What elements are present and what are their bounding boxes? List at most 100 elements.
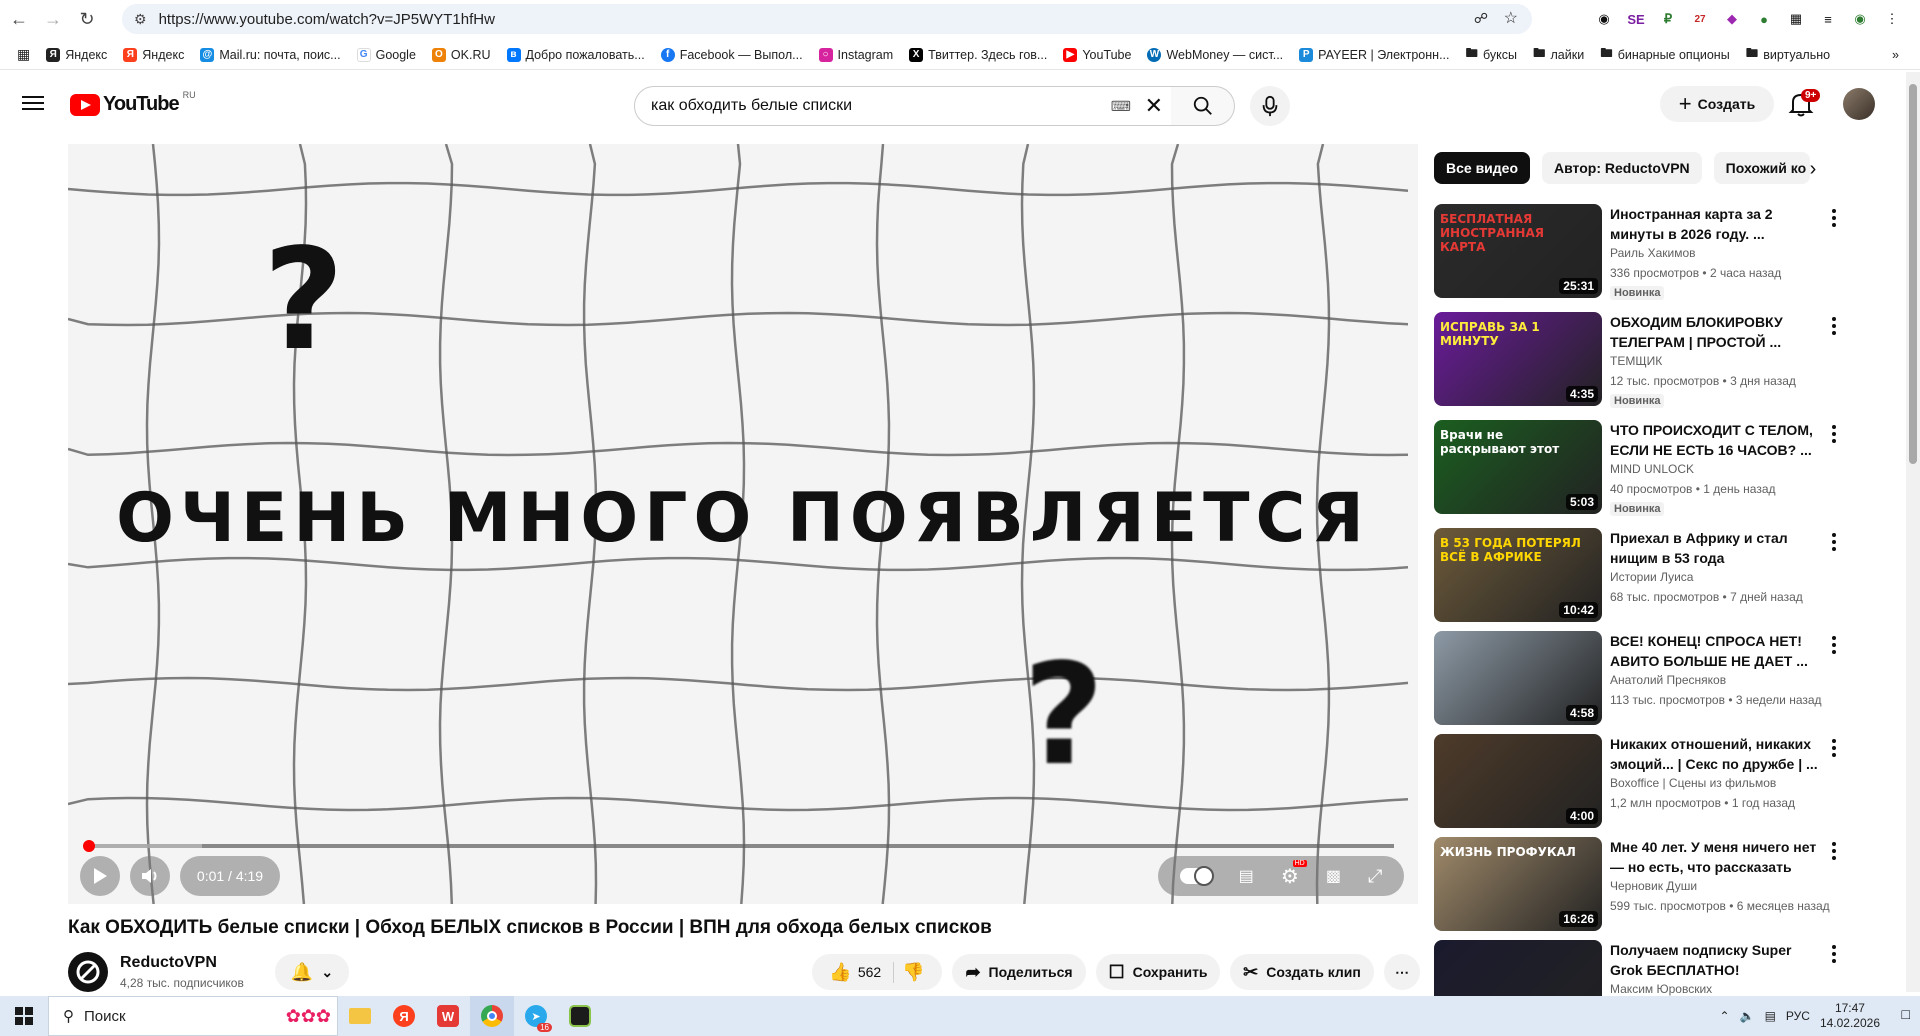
chevron-right-icon[interactable]: › [1796, 152, 1830, 186]
recommendation-title[interactable]: Приехал в Африку и стал нищим в 53 года [1610, 528, 1820, 568]
channel-name[interactable]: ReductoVPN [120, 954, 217, 972]
recommendation-title[interactable]: Никаких отношений, никаких эмоций... | С… [1610, 734, 1820, 774]
app-green-icon[interactable] [558, 996, 602, 1036]
bookmark-item[interactable]: О OK.RU [425, 43, 498, 67]
recommendation-channel[interactable]: Раиль Хакимов [1610, 246, 1696, 260]
bookmark-folder[interactable]: 🖿 бинарные опционы [1593, 43, 1736, 67]
save-button[interactable]: ☐ Сохранить [1096, 954, 1220, 990]
video-thumbnail[interactable]: ЖИЗНЬ ПРОФУКАЛ 16:26 [1434, 837, 1602, 931]
star-icon[interactable]: ☆ [1504, 8, 1518, 28]
more-vertical-icon[interactable] [1824, 839, 1844, 863]
bookmark-item[interactable]: X Твиттер. Здесь гов... [902, 43, 1054, 67]
dislike-button[interactable]: 👎 [902, 962, 924, 983]
recommendation-title[interactable]: Иностранная карта за 2 минуты в 2026 год… [1610, 204, 1820, 244]
extension-se-icon[interactable]: SE [1622, 6, 1650, 32]
recommendation-channel[interactable]: Анатолий Пресняков [1610, 673, 1726, 687]
recommendation-title[interactable]: ВСЕ! КОНЕЦ! СПРОСА НЕТ! АВИТО БОЛЬШЕ НЕ … [1610, 631, 1820, 671]
puzzle-icon[interactable]: ▦ [1782, 6, 1810, 32]
video-thumbnail[interactable]: 4:58 [1434, 631, 1602, 725]
recommendation-title[interactable]: Получаем подписку Super Grok БЕСПЛАТНО! … [1610, 940, 1820, 980]
miniplayer-icon[interactable]: ▩ [1326, 866, 1341, 886]
bookmark-folder[interactable]: 🖿 виртуально [1739, 43, 1837, 67]
video-thumbnail[interactable]: В 53 ГОДА ПОТЕРЯЛ ВСЁ В АФРИКЕ 10:42 [1434, 528, 1602, 622]
taskbar-search[interactable]: ⚲ Поиск ✿✿✿ [48, 996, 338, 1036]
site-info-icon[interactable]: ⚙ [134, 11, 147, 28]
tray-expand-icon[interactable]: ⌃ [1720, 1009, 1730, 1023]
recommendation-item[interactable]: 4:58 ВСЕ! КОНЕЦ! СПРОСА НЕТ! АВИТО БОЛЬШЕ… [1434, 631, 1854, 727]
recommendation-channel[interactable]: Черновик Души [1610, 879, 1697, 893]
reload-icon[interactable]: ↻ [72, 4, 102, 34]
apps-grid-icon[interactable]: ▦ [10, 43, 37, 67]
recommendation-title[interactable]: ЧТО ПРОИСХОДИТ С ТЕЛОМ, ЕСЛИ НЕ ЕСТЬ 16 … [1610, 420, 1820, 460]
more-vertical-icon[interactable] [1824, 942, 1844, 966]
keyboard-icon[interactable]: ⌨ [1111, 98, 1131, 115]
back-icon[interactable]: ← [4, 4, 34, 34]
recommendation-channel[interactable]: MIND UNLOCK [1610, 462, 1694, 476]
video-thumbnail[interactable]: БЕСПЛАТНАЯ ИНОСТРАННАЯ КАРТА 25:31 [1434, 204, 1602, 298]
share-button[interactable]: ➦ Поделиться [952, 954, 1086, 990]
gem-icon[interactable]: ◆ [1718, 6, 1746, 32]
more-vertical-icon[interactable] [1824, 530, 1844, 554]
bookmark-item[interactable]: ▶ YouTube [1056, 43, 1138, 67]
page-scrollbar[interactable] [1906, 72, 1920, 992]
file-explorer-icon[interactable] [338, 996, 382, 1036]
play-button[interactable] [80, 856, 120, 896]
subtitles-icon[interactable]: ▤ [1239, 866, 1254, 886]
bookmark-item[interactable]: G Google [350, 43, 423, 67]
create-clip-button[interactable]: ✂ Создать клип [1230, 954, 1374, 990]
address-bar[interactable]: ⚙ https://www.youtube.com/watch?v=JP5WYT… [122, 4, 1532, 34]
yandex-browser-icon[interactable]: Я [382, 996, 426, 1036]
settings-icon[interactable]: ⚙ HD [1281, 859, 1307, 889]
channel-avatar[interactable] [68, 952, 108, 992]
account-avatar[interactable] [1843, 88, 1875, 120]
bookmark-folder[interactable]: 🖿 буксы [1459, 43, 1525, 67]
bookmark-item[interactable]: @ Mail.ru: почта, поис... [193, 43, 347, 67]
input-language[interactable]: РУС [1786, 1009, 1810, 1023]
more-vertical-icon[interactable] [1824, 736, 1844, 760]
bookmark-item[interactable]: f Facebook — Выпол... [654, 43, 810, 67]
recommendation-item[interactable]: БЕСПЛАТНАЯ ИНОСТРАННАЯ КАРТА 25:31 Иностра… [1434, 204, 1854, 300]
chip-author[interactable]: Автор: ReductoVPN [1542, 152, 1702, 184]
install-app-icon[interactable]: ☍ [1474, 10, 1488, 27]
wps-office-icon[interactable]: W [426, 996, 470, 1036]
video-thumbnail[interactable]: 4:00 [1434, 734, 1602, 828]
video-thumbnail[interactable]: ИСПРАВЬ ЗА 1 МИНУТУ 4:35 [1434, 312, 1602, 406]
extension-rub-icon[interactable]: ₽ [1654, 6, 1682, 32]
autoplay-toggle[interactable] [1179, 866, 1214, 886]
recommendation-channel[interactable]: Boxoffice | Сцены из фильмов [1610, 776, 1776, 790]
notifications-tray-icon[interactable]: □ [1902, 1006, 1910, 1022]
network-icon[interactable]: ▤ [1765, 1009, 1776, 1023]
recommendation-channel[interactable]: Истории Луиса [1610, 570, 1693, 584]
create-button[interactable]: + Создать [1660, 86, 1774, 122]
recommendation-item[interactable]: Врачи не раскрывают этот 5:03 ЧТО ПРОИСХОД… [1434, 420, 1854, 516]
chrome-icon[interactable] [470, 996, 514, 1036]
more-vertical-icon[interactable] [1824, 314, 1844, 338]
progress-bar[interactable] [83, 840, 1394, 852]
recommendation-item[interactable]: 4:00 Никаких отношений, никаких эмоций...… [1434, 734, 1854, 830]
windows-start-button[interactable] [0, 996, 48, 1036]
video-player[interactable]: ? ? ОЧЕНЬ МНОГО ПОЯВЛЯЕТСЯ 0:01 / 4:19 ▤… [68, 144, 1418, 904]
video-thumbnail[interactable]: Врачи не раскрывают этот 5:03 [1434, 420, 1602, 514]
more-vertical-icon[interactable] [1824, 422, 1844, 446]
more-bookmarks-icon[interactable]: » [1885, 43, 1906, 67]
speaker-icon[interactable]: 🔈 [1740, 1009, 1755, 1023]
bookmark-item[interactable]: Я Яндекс [39, 43, 114, 67]
bookmark-item[interactable]: W WebMoney — сист... [1140, 43, 1290, 67]
recommendation-item[interactable]: ИСПРАВЬ ЗА 1 МИНУТУ 4:35 ОБХОДИМ БЛОКИРОВК… [1434, 312, 1854, 408]
recommendation-title[interactable]: Мне 40 лет. У меня ничего нет — но есть,… [1610, 837, 1820, 877]
bookmark-item[interactable]: в Добро пожаловать... [500, 43, 652, 67]
voice-search-button[interactable] [1250, 86, 1290, 126]
hamburger-menu-icon[interactable] [22, 92, 44, 112]
recommendation-title[interactable]: ОБХОДИМ БЛОКИРОВКУ ТЕЛЕГРАМ | ПРОСТОЙ ..… [1610, 312, 1820, 352]
bookmark-item[interactable]: Я Яндекс [116, 43, 191, 67]
globe-icon[interactable]: ◉ [1590, 6, 1618, 32]
calendar-icon[interactable]: 27 [1686, 6, 1714, 32]
volume-button[interactable] [130, 856, 170, 896]
recommendation-channel[interactable]: Максим Юровских [1610, 982, 1712, 996]
browser-menu-icon[interactable]: ⋮ [1878, 6, 1906, 32]
more-vertical-icon[interactable] [1824, 633, 1844, 657]
recommendation-channel[interactable]: ТЕМЩИК [1610, 354, 1662, 368]
more-actions-button[interactable]: ⋯ [1384, 954, 1420, 990]
search-button[interactable] [1171, 86, 1235, 126]
media-control-icon[interactable]: ≡ [1814, 6, 1842, 32]
